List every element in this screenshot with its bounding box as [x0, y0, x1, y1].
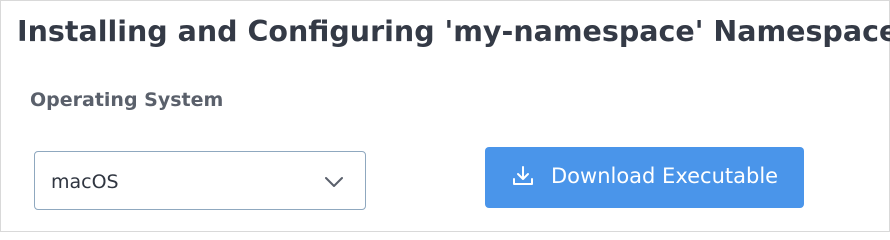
- download-executable-button[interactable]: Download Executable: [485, 147, 804, 208]
- page-title: Installing and Configuring 'my-namespace…: [17, 15, 890, 48]
- operating-system-label: Operating System: [30, 89, 224, 111]
- page-frame: Installing and Configuring 'my-namespace…: [0, 0, 890, 232]
- chevron-down-icon: [325, 173, 343, 187]
- selected-os-value: macOS: [51, 171, 119, 193]
- download-button-label: Download Executable: [551, 164, 779, 188]
- download-icon: [512, 165, 534, 187]
- operating-system-select[interactable]: macOS: [34, 151, 366, 210]
